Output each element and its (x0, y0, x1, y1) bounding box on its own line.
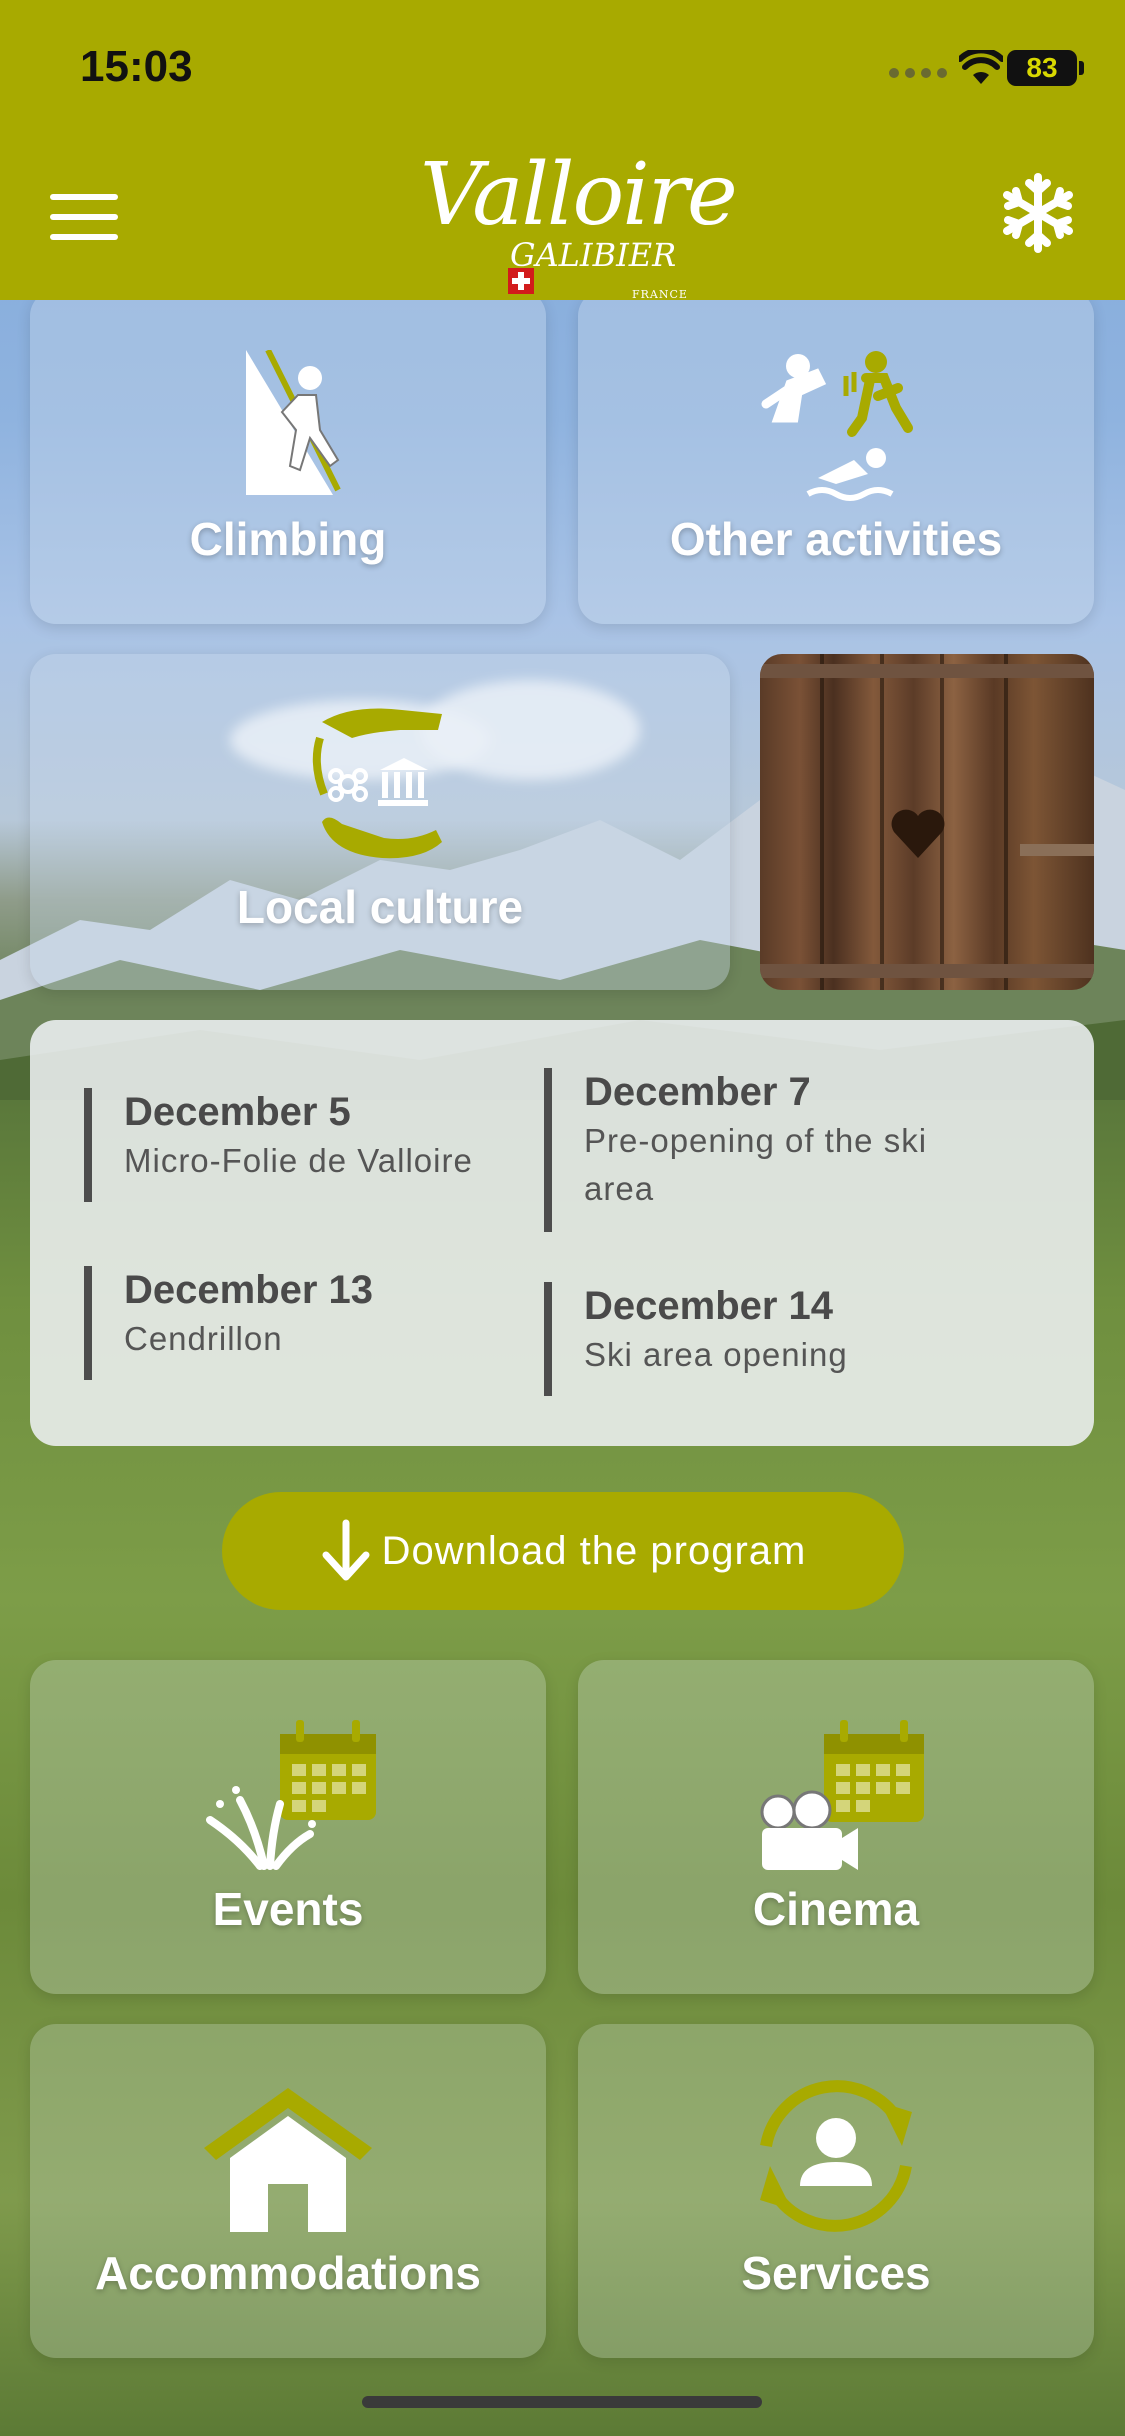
event-item[interactable]: December 7 Pre-opening of the ski area (544, 1068, 927, 1232)
valloire-logo[interactable]: Valloire GALIBIER FRANCE (420, 145, 738, 301)
tile-climbing[interactable]: Climbing (30, 290, 546, 624)
tile-cinema-label: Cinema (752, 1883, 920, 1935)
event-item[interactable]: December 14 Ski area opening (544, 1282, 848, 1396)
event-date: December 14 (584, 1284, 834, 1328)
event-item[interactable]: December 13 Cendrillon (84, 1266, 373, 1380)
event-title: Micro-Folie de Valloire (124, 1142, 473, 1179)
wooden-shutter-photo[interactable] (760, 654, 1094, 990)
fireworks-calendar-icon (206, 1720, 376, 1870)
hamburger-menu-icon[interactable] (50, 194, 118, 244)
status-time: 15:03 (80, 42, 193, 91)
event-item[interactable]: December 5 Micro-Folie de Valloire (84, 1088, 473, 1202)
climber-icon (246, 350, 341, 495)
snowflake-icon[interactable] (997, 172, 1079, 254)
event-date: December 7 (584, 1070, 811, 1114)
tile-services-label: Services (741, 2247, 931, 2299)
event-date: December 5 (124, 1090, 351, 1134)
logo-country-text: FRANCE (632, 288, 688, 301)
status-bar: 15:03 83 (0, 0, 1125, 120)
event-title-continued: area (584, 1170, 655, 1207)
shutter-latch (1020, 844, 1094, 856)
tile-accommodations[interactable]: Accommodations (30, 2024, 546, 2358)
battery-level: 83 (1026, 52, 1058, 83)
heart-cutout-icon (891, 809, 945, 858)
app-header: Valloire GALIBIER FRANCE (0, 120, 1125, 301)
tile-events-label: Events (212, 1883, 364, 1935)
signal-dots-icon (889, 68, 947, 78)
logo-sub-text: GALIBIER (510, 236, 677, 274)
arrow-down-icon (322, 1519, 370, 1581)
home-indicator[interactable] (362, 2396, 762, 2408)
shutter-hinge (760, 964, 1094, 978)
wifi-icon (959, 50, 1003, 84)
person-refresh-icon (760, 2080, 912, 2232)
download-program-button[interactable]: Download the program (222, 1492, 904, 1610)
tile-other-activities[interactable]: Other activities (578, 290, 1094, 624)
battery-icon: 83 (1007, 50, 1084, 86)
camera-calendar-icon (760, 1720, 924, 1870)
tile-local-culture-label: Local culture (236, 881, 524, 933)
event-date: December 13 (124, 1268, 374, 1312)
event-title: Ski area opening (584, 1336, 848, 1373)
download-program-label: Download the program (381, 1528, 807, 1573)
tile-events[interactable]: Events (30, 1660, 546, 1994)
sports-activities-icon (761, 351, 913, 501)
shutter-hinge (760, 664, 1094, 678)
culture-hands-icon (312, 708, 442, 859)
upcoming-events-card: December 5 Micro-Folie de Valloire Decem… (30, 1020, 1094, 1446)
logo-main-text: Valloire (420, 145, 738, 245)
tile-cinema[interactable]: Cinema (578, 1660, 1094, 1994)
tile-services[interactable]: Services (578, 2024, 1094, 2358)
tile-local-culture[interactable]: Local culture (30, 654, 730, 990)
event-title: Pre-opening of the ski (584, 1122, 928, 1159)
tile-accommodations-label: Accommodations (95, 2247, 481, 2299)
tile-climbing-label: Climbing (189, 513, 387, 565)
event-title: Cendrillon (124, 1320, 283, 1357)
tile-other-activities-label: Other activities (669, 513, 1003, 565)
house-icon (204, 2088, 372, 2232)
